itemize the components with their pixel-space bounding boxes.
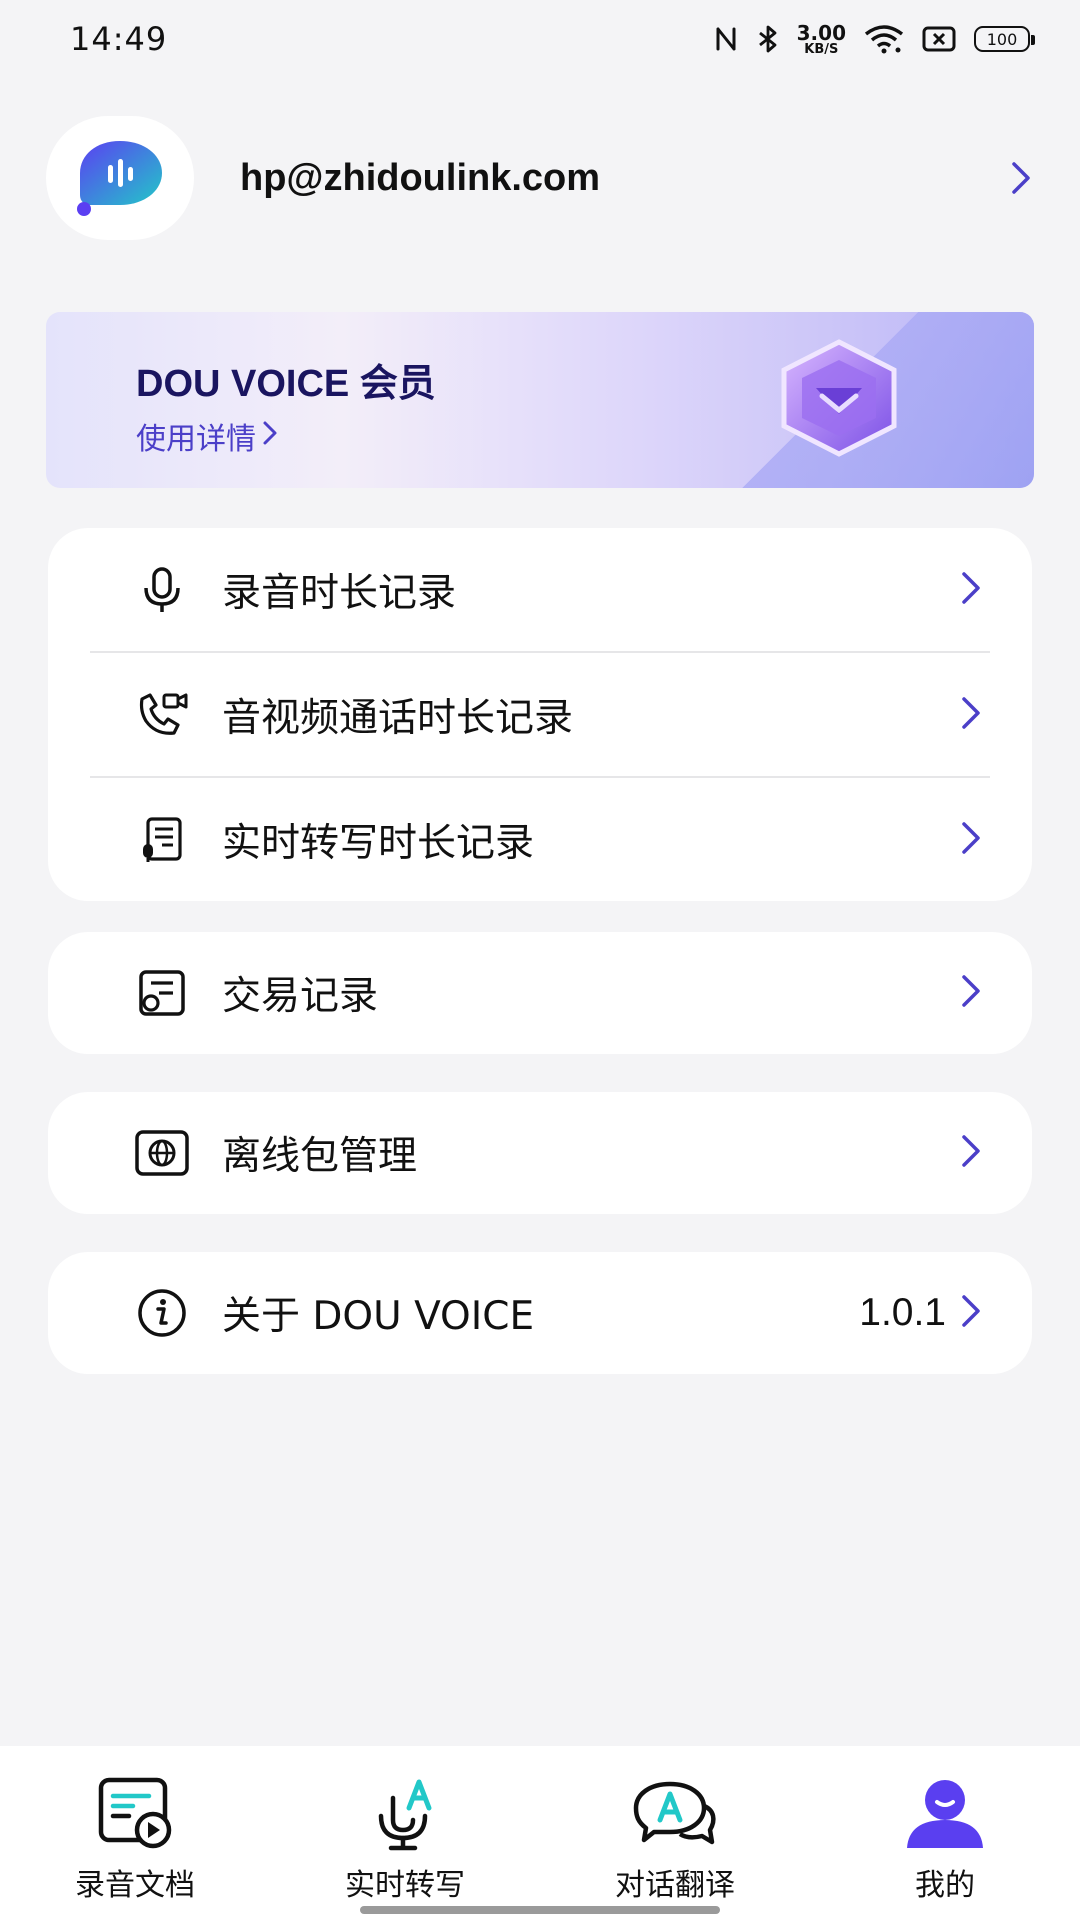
globe-package-icon	[134, 1125, 190, 1181]
sim-off-icon	[922, 26, 956, 52]
receipt-icon	[134, 965, 190, 1021]
home-indicator[interactable]	[360, 1906, 720, 1914]
network-speed: 3.00 KB/S	[797, 23, 846, 56]
profile-icon	[900, 1774, 990, 1854]
video-call-icon	[134, 687, 190, 743]
chevron-right-icon	[960, 973, 982, 1013]
nfc-icon	[713, 25, 739, 53]
tab-conversation-translate[interactable]: 对话翻译	[540, 1746, 810, 1920]
member-details-label: 使用详情	[136, 422, 256, 457]
transcribe-doc-icon	[134, 812, 190, 868]
speed-unit: KB/S	[804, 41, 839, 57]
menu-item-about[interactable]: 关于 DOU VOICE 1.0.1	[48, 1252, 1032, 1374]
bottom-nav: 录音文档 实时转写 对话翻译 我的	[0, 1746, 1080, 1920]
avatar[interactable]	[46, 116, 194, 240]
menu-item-label: 关于 DOU VOICE	[222, 1294, 535, 1339]
member-details-link[interactable]: 使用详情	[136, 414, 278, 458]
offline-card: 离线包管理	[48, 1092, 1032, 1214]
diamond-badge-icon	[776, 338, 902, 462]
bluetooth-icon	[757, 24, 779, 54]
live-transcribe-icon	[360, 1774, 450, 1854]
info-icon	[134, 1285, 190, 1341]
profile-email: hp@zhidoulink.com	[240, 156, 601, 199]
speed-value: 3.00	[796, 20, 846, 45]
chevron-right-icon	[262, 419, 278, 454]
menu-item-label: 离线包管理	[222, 1134, 418, 1179]
menu-item-label: 音视频通话时长记录	[222, 695, 574, 741]
chevron-right-icon	[960, 1293, 982, 1333]
app-version: 1.0.1	[859, 1291, 946, 1334]
battery-icon: 100	[974, 26, 1035, 52]
member-banner[interactable]: DOU VOICE 会员 使用详情	[46, 312, 1034, 488]
wifi-icon	[864, 24, 904, 54]
conversation-translate-icon	[630, 1774, 720, 1854]
usage-records-card: 录音时长记录 音视频通话时长记录 实时转写时长记录	[48, 528, 1032, 901]
about-card: 关于 DOU VOICE 1.0.1	[48, 1252, 1032, 1374]
menu-item-label: 实时转写时长记录	[222, 820, 535, 866]
chevron-right-icon	[1006, 160, 1036, 196]
nav-label: 对话翻译	[615, 1868, 735, 1903]
tab-live-transcribe[interactable]: 实时转写	[270, 1746, 540, 1920]
menu-item-offline-packages[interactable]: 离线包管理	[48, 1092, 1032, 1214]
nav-label: 录音文档	[75, 1868, 195, 1903]
nav-label: 实时转写	[345, 1868, 465, 1903]
member-title: DOU VOICE 会员	[136, 363, 436, 405]
menu-item-transcribe-duration[interactable]: 实时转写时长记录	[48, 778, 1032, 901]
menu-item-recording-duration[interactable]: 录音时长记录	[48, 528, 1032, 651]
menu-item-transactions[interactable]: 交易记录	[48, 932, 1032, 1054]
menu-item-label: 交易记录	[222, 974, 379, 1019]
microphone-icon	[134, 562, 190, 618]
chevron-right-icon	[960, 820, 982, 860]
chevron-right-icon	[960, 1133, 982, 1173]
chat-voice-logo-icon	[72, 135, 168, 221]
status-time: 14:49	[70, 20, 168, 58]
chevron-right-icon	[960, 695, 982, 735]
transactions-card: 交易记录	[48, 932, 1032, 1054]
record-doc-icon	[90, 1774, 180, 1854]
status-icons: 3.00 KB/S 100	[713, 23, 1035, 56]
chevron-right-icon	[960, 570, 982, 610]
tab-record-docs[interactable]: 录音文档	[0, 1746, 270, 1920]
status-bar: 14:49 3.00 KB/S 100	[0, 0, 1080, 78]
profile-row[interactable]: hp@zhidoulink.com	[46, 116, 1036, 240]
nav-label: 我的	[915, 1868, 975, 1903]
menu-item-call-duration[interactable]: 音视频通话时长记录	[48, 653, 1032, 776]
tab-profile[interactable]: 我的	[810, 1746, 1080, 1920]
menu-item-label: 录音时长记录	[222, 570, 457, 616]
